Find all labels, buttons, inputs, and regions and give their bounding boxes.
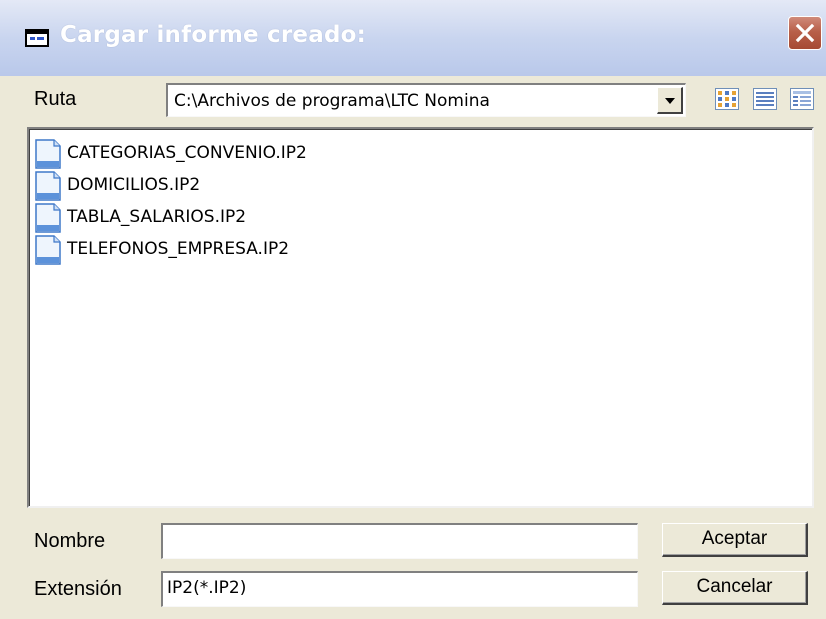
name-field[interactable] bbox=[161, 523, 638, 559]
list-item[interactable]: CATEGORIAS_CONVENIO.IP2 bbox=[35, 139, 455, 169]
path-dropdown-button[interactable] bbox=[657, 87, 683, 114]
window-title: Cargar informe creado: bbox=[60, 22, 367, 48]
load-report-dialog: Cargar informe creado: Ruta C:\Archivos … bbox=[0, 0, 826, 619]
name-label: Nombre bbox=[34, 530, 106, 552]
title-bar[interactable]: Cargar informe creado: bbox=[0, 0, 826, 76]
document-icon bbox=[35, 171, 61, 201]
extension-field[interactable]: IP2(*.IP2) bbox=[161, 571, 638, 607]
close-button[interactable] bbox=[788, 16, 822, 50]
list-item[interactable]: TELEFONOS_EMPRESA.IP2 bbox=[35, 235, 455, 265]
list-item[interactable]: DOMICILIOS.IP2 bbox=[35, 171, 455, 201]
cancel-button[interactable]: Cancelar bbox=[662, 571, 808, 605]
chevron-down-icon bbox=[665, 98, 675, 104]
file-list[interactable]: CATEGORIAS_CONVENIO.IP2 DOMICILIOS.IP2 T… bbox=[27, 127, 814, 508]
extension-label: Extensión bbox=[34, 578, 122, 600]
path-value: C:\Archivos de programa\LTC Nomina bbox=[174, 91, 490, 111]
document-icon bbox=[35, 235, 61, 265]
file-name: TELEFONOS_EMPRESA.IP2 bbox=[67, 239, 290, 259]
document-icon bbox=[35, 203, 61, 233]
details-view-icon[interactable] bbox=[790, 88, 814, 110]
close-icon bbox=[795, 23, 815, 43]
file-name: CATEGORIAS_CONVENIO.IP2 bbox=[67, 143, 307, 163]
path-label: Ruta bbox=[34, 88, 77, 110]
list-item[interactable]: TABLA_SALARIOS.IP2 bbox=[35, 203, 455, 233]
document-icon bbox=[35, 139, 61, 169]
file-name: DOMICILIOS.IP2 bbox=[67, 175, 201, 195]
list-view-icon[interactable] bbox=[753, 88, 777, 110]
accept-button[interactable]: Aceptar bbox=[662, 523, 808, 557]
dialog-folder-icon bbox=[25, 29, 49, 47]
file-name: TABLA_SALARIOS.IP2 bbox=[67, 207, 247, 227]
path-combobox[interactable]: C:\Archivos de programa\LTC Nomina bbox=[166, 83, 686, 117]
large-icons-view-icon[interactable] bbox=[715, 88, 739, 110]
